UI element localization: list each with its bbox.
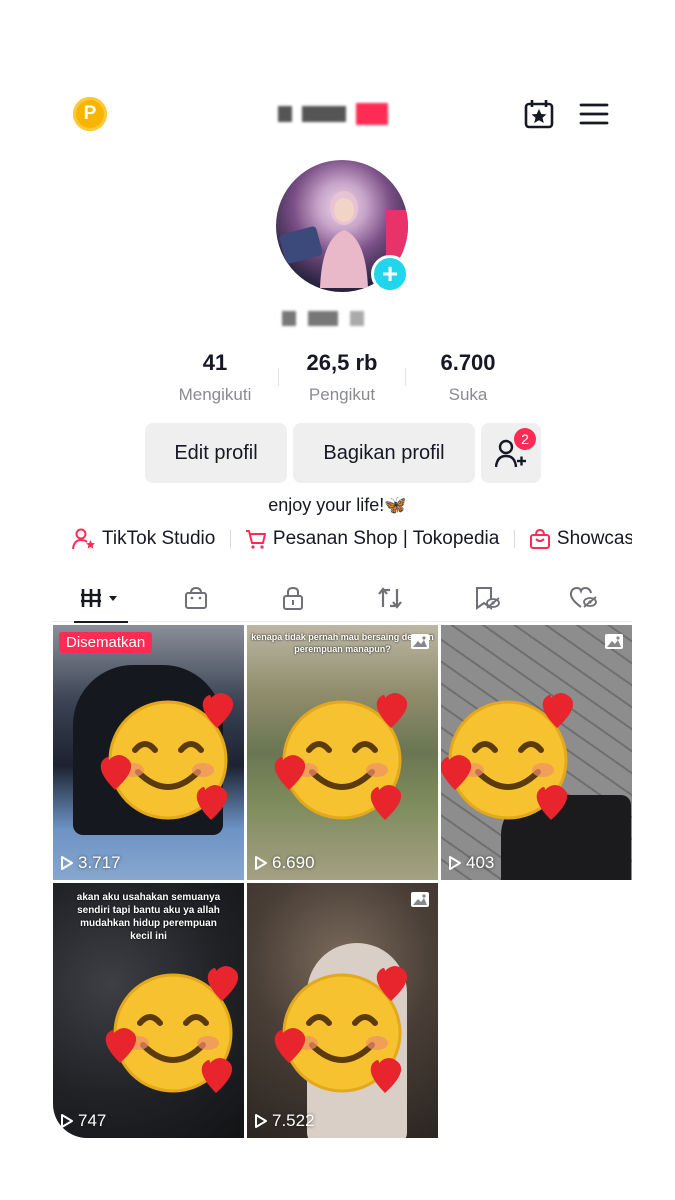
mask-block bbox=[282, 311, 296, 326]
photo-icon bbox=[411, 892, 429, 907]
mask-block bbox=[308, 311, 338, 326]
video-tile[interactable]: 403 bbox=[441, 625, 632, 880]
handle-masked bbox=[282, 311, 364, 326]
smiling-hearts-emoji-icon bbox=[105, 966, 239, 1093]
stat-value: 41 bbox=[202, 350, 228, 375]
stat-label: Mengikuti bbox=[178, 385, 252, 404]
divider bbox=[405, 368, 406, 386]
person-star-icon bbox=[72, 528, 95, 550]
video-grid: Disematkan 3.717 kenapa tidak pernah mau… bbox=[53, 625, 633, 1140]
content-tabs bbox=[52, 574, 632, 623]
smiling-hearts-emoji-icon bbox=[441, 693, 574, 820]
tab-reposts[interactable] bbox=[342, 574, 438, 622]
profile-stats: 41 Mengikuti 26,5 rb Pengikut 6.700 Suka bbox=[0, 350, 675, 410]
video-tile[interactable]: 7.522 bbox=[247, 883, 438, 1138]
view-count-value: 747 bbox=[78, 1111, 107, 1130]
liked-hidden-icon bbox=[569, 586, 597, 608]
link-label: Pesanan Shop | Tokopedia bbox=[272, 528, 500, 549]
tab-videos[interactable] bbox=[52, 574, 148, 623]
video-tile[interactable]: akan aku usahakan semuanya sendiri tapi … bbox=[53, 883, 244, 1138]
tab-private[interactable] bbox=[245, 574, 341, 622]
stat-label: Suka bbox=[448, 385, 488, 404]
profile-avatar[interactable]: + bbox=[276, 160, 409, 293]
shopping-bag-icon bbox=[529, 528, 550, 549]
smiling-hearts-emoji-icon bbox=[274, 966, 408, 1093]
view-count: 6.690 bbox=[254, 853, 315, 873]
coin-icon[interactable]: P bbox=[73, 97, 107, 131]
shop-bag-icon bbox=[185, 586, 207, 609]
pinned-badge: Disematkan bbox=[59, 632, 153, 653]
notification-badge: 2 bbox=[514, 428, 536, 450]
mask-block bbox=[302, 106, 346, 122]
play-icon bbox=[255, 856, 267, 870]
view-count-value: 7.522 bbox=[272, 1111, 315, 1130]
calendar-star-icon[interactable] bbox=[523, 98, 555, 130]
view-count-value: 403 bbox=[466, 853, 495, 872]
menu-icon[interactable] bbox=[578, 100, 610, 128]
view-count: 7.522 bbox=[254, 1111, 315, 1131]
video-caption: akan aku usahakan semuanya sendiri tapi … bbox=[76, 892, 221, 942]
coin-letter: P bbox=[83, 103, 97, 124]
view-count: 747 bbox=[60, 1111, 106, 1131]
video-tile[interactable]: Disematkan 3.717 bbox=[53, 625, 244, 880]
repost-icon bbox=[378, 587, 402, 609]
stat-value: 6.700 bbox=[440, 350, 496, 375]
view-count: 3.717 bbox=[60, 853, 121, 873]
divider bbox=[513, 530, 515, 548]
lock-icon bbox=[283, 586, 303, 610]
play-icon bbox=[255, 1114, 267, 1128]
divider bbox=[278, 368, 279, 386]
active-tab-indicator bbox=[74, 621, 128, 623]
avatar-person-image bbox=[320, 191, 368, 288]
tab-shop[interactable] bbox=[148, 574, 244, 622]
link-label: TikTok Studio bbox=[102, 528, 216, 549]
view-count-value: 6.690 bbox=[272, 853, 315, 872]
link-showcase[interactable]: Showcas bbox=[529, 528, 632, 550]
smiling-hearts-emoji-icon bbox=[100, 693, 234, 820]
mask-block bbox=[278, 106, 292, 122]
stat-likes[interactable]: 6.700 Suka bbox=[408, 350, 528, 405]
top-bar: P bbox=[0, 92, 675, 136]
tab-liked[interactable] bbox=[535, 574, 631, 622]
stat-following[interactable]: 41 Mengikuti bbox=[155, 350, 275, 405]
favorites-hidden-icon bbox=[476, 587, 500, 610]
link-label: Showcas bbox=[556, 528, 632, 549]
add-story-icon[interactable]: + bbox=[371, 255, 409, 293]
mask-block bbox=[356, 103, 388, 125]
edit-profile-button[interactable]: Edit profil bbox=[145, 423, 287, 483]
stat-value: 26,5 rb bbox=[306, 350, 378, 375]
smiling-hearts-emoji-icon bbox=[274, 693, 408, 820]
tab-favorites[interactable] bbox=[438, 574, 534, 622]
view-count-value: 3.717 bbox=[78, 853, 121, 872]
username-masked[interactable] bbox=[278, 103, 388, 125]
profile-links: TikTok Studio Pesanan Shop | Tokopedia S… bbox=[72, 528, 632, 558]
mask-block bbox=[350, 311, 364, 326]
stat-label: Pengikut bbox=[308, 385, 376, 404]
profile-bio: enjoy your life!🦋 bbox=[268, 495, 407, 515]
play-icon bbox=[61, 856, 73, 870]
cart-icon bbox=[245, 530, 266, 549]
view-count: 403 bbox=[448, 853, 494, 873]
play-icon bbox=[449, 856, 461, 870]
videos-grid-icon bbox=[81, 589, 117, 607]
video-tile[interactable]: kenapa tidak pernah mau bersaing dengan … bbox=[247, 625, 438, 880]
play-icon bbox=[61, 1114, 73, 1128]
share-profile-button[interactable]: Bagikan profil bbox=[293, 423, 475, 483]
divider bbox=[229, 530, 231, 548]
stat-followers[interactable]: 26,5 rb Pengikut bbox=[282, 350, 402, 405]
profile-actions: Edit profil Bagikan profil bbox=[0, 423, 675, 483]
link-tokopedia-orders[interactable]: Pesanan Shop | Tokopedia bbox=[245, 528, 499, 550]
photo-icon bbox=[411, 634, 429, 649]
photo-icon bbox=[605, 634, 623, 649]
link-tiktok-studio[interactable]: TikTok Studio bbox=[72, 528, 215, 550]
